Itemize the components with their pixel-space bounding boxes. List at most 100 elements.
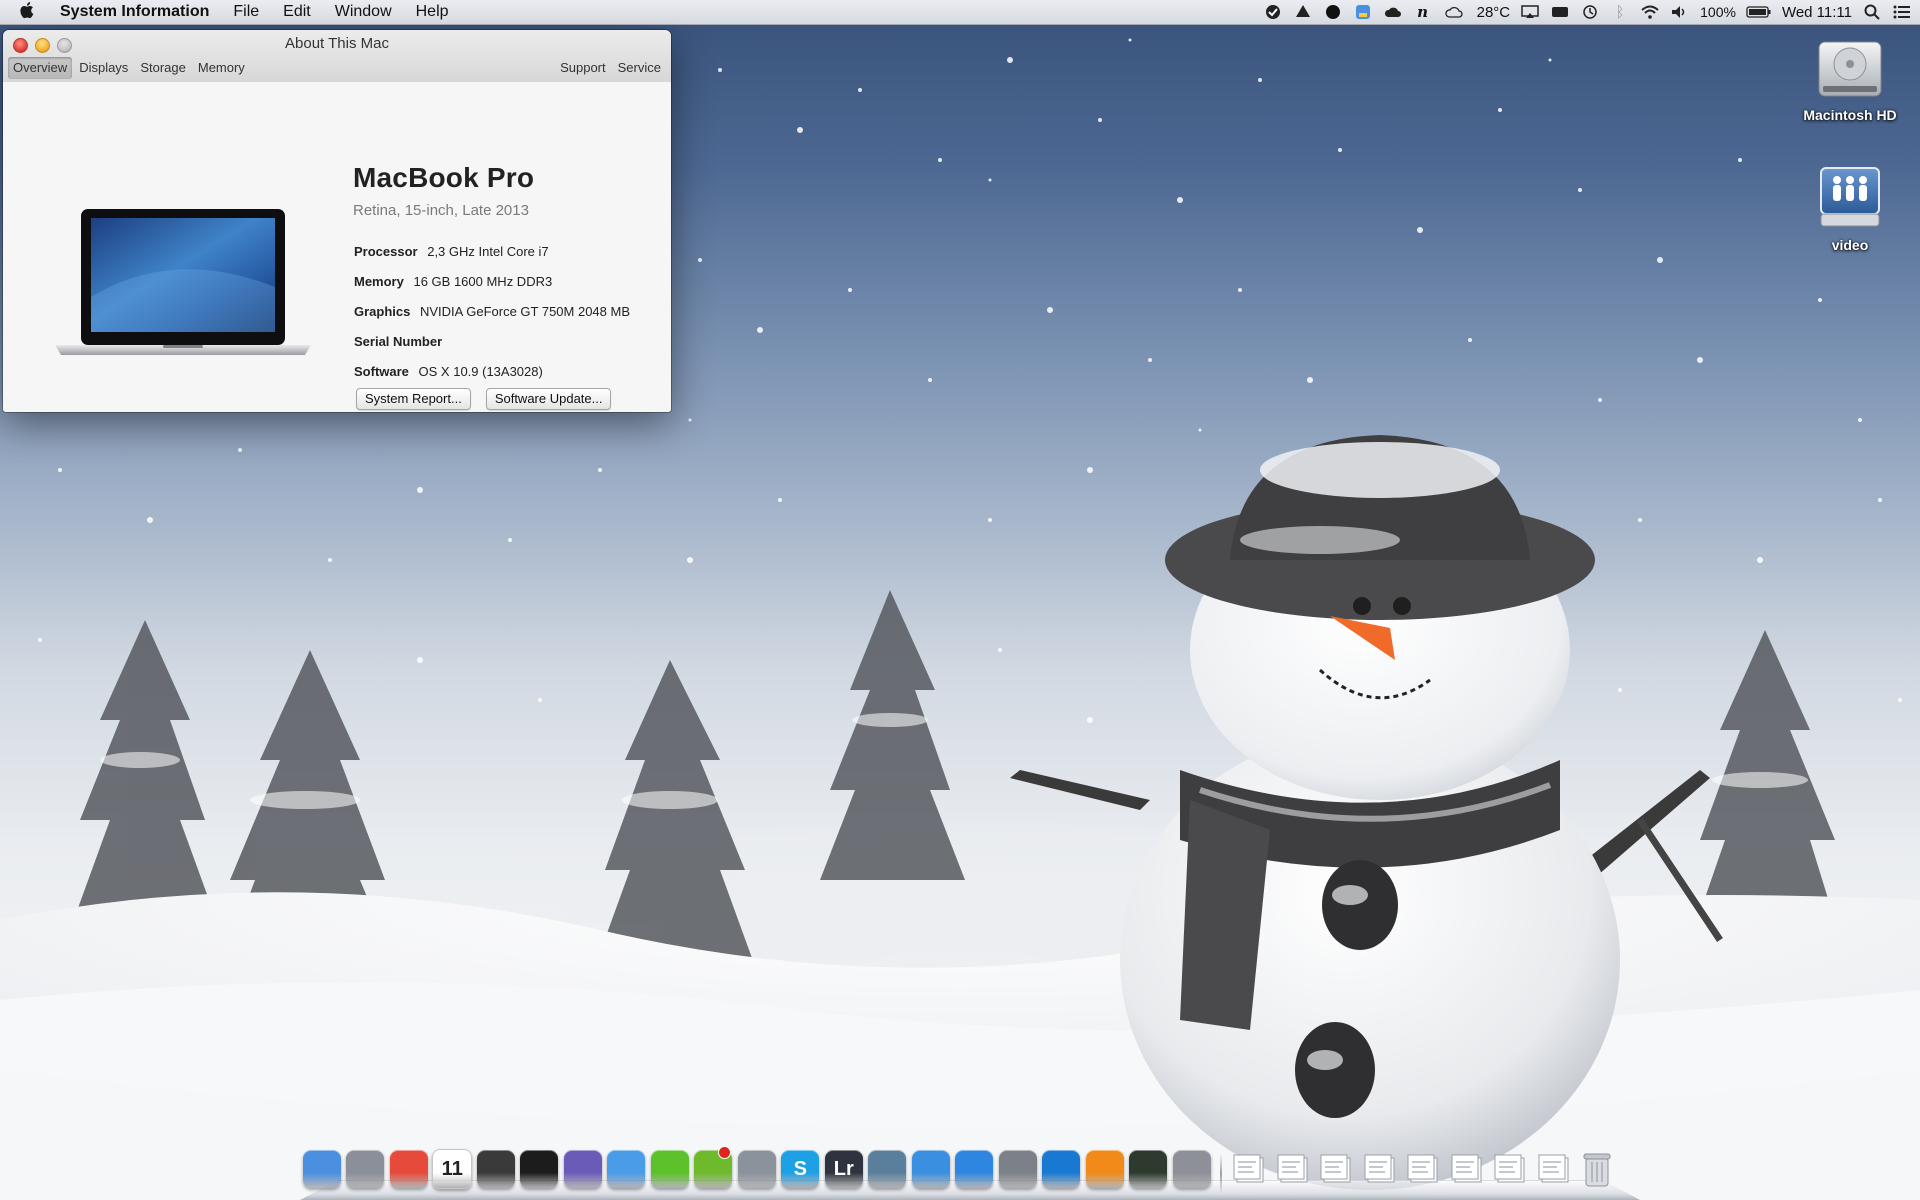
apple-menu-icon[interactable] [0,1,52,24]
dock-item[interactable] [1532,1144,1576,1194]
dock: 11 S Lr [300,1138,1640,1200]
itunes-icon [911,1150,950,1188]
menu-clock[interactable]: Wed 11:11 [1782,4,1852,21]
dock-item[interactable] [909,1144,953,1194]
window-tabs: Overview Displays Storage Memory [8,57,250,79]
dock-item[interactable] [387,1144,431,1194]
dock-item-text: Lr [833,1157,854,1180]
dock-item[interactable] [866,1144,910,1194]
cloud-icon[interactable] [1383,0,1403,24]
time-machine-icon[interactable] [1580,0,1600,24]
tab-overview[interactable]: Overview [8,57,73,79]
dock-item[interactable]: S [779,1144,823,1194]
tab-memory[interactable]: Memory [193,57,250,79]
dock-item[interactable] [1040,1144,1084,1194]
dock-item[interactable] [518,1144,562,1194]
macbook-pro-image [53,207,313,362]
file-menu[interactable]: File [221,0,271,24]
app-store-icon [955,1150,994,1188]
volume-icon[interactable] [1670,0,1690,24]
network-share-icon [1790,164,1910,237]
edit-menu[interactable]: Edit [271,0,323,24]
document-stack-icon [1491,1150,1529,1188]
weather-icon[interactable] [1443,0,1467,24]
dock-item[interactable] [1083,1144,1127,1194]
desktop-icon-label: video [1831,237,1869,253]
spec-row-serial-number: Serial Number [354,332,630,362]
dock-item[interactable] [1402,1144,1446,1194]
desktop-icon-macintosh-hd[interactable]: Macintosh HD [1790,34,1910,123]
finder-status-icon[interactable] [1353,0,1373,24]
memory-monitor-icon[interactable] [1550,0,1570,24]
document-stack-icon [1404,1150,1442,1188]
dock-item-text: 11 [441,1157,463,1180]
dock-item[interactable] [692,1144,736,1194]
notefile-icon[interactable]: n [1413,0,1433,24]
calendar-icon: 11 [432,1149,473,1189]
dock-item[interactable] [1315,1144,1359,1194]
desktop-icon-video[interactable]: video [1790,164,1910,253]
dock-item[interactable] [1271,1144,1315,1194]
spec-label: Processor [354,244,418,259]
dock-item[interactable]: 11 [431,1144,475,1194]
battery-icon[interactable] [1746,0,1772,24]
battery-percent[interactable]: 100% [1700,4,1736,20]
help-menu[interactable]: Help [404,0,461,24]
dock-item[interactable] [344,1144,388,1194]
bluetooth-icon[interactable]: ᛒ [1610,0,1630,24]
shield-icon[interactable] [1263,0,1283,24]
dock-item[interactable] [1445,1144,1489,1194]
dock-item[interactable] [1127,1144,1171,1194]
notification-center-icon[interactable] [1892,0,1912,24]
dock-item[interactable] [953,1144,997,1194]
skype-icon: S [781,1150,820,1188]
document-stack-icon [1274,1150,1312,1188]
system-report-button[interactable]: System Report... [356,388,471,410]
window-menu[interactable]: Window [323,0,404,24]
dock-item[interactable] [1358,1144,1402,1194]
tab-storage[interactable]: Storage [135,57,191,79]
dock-item[interactable] [735,1144,779,1194]
notification-badge [718,1146,731,1159]
dock-item[interactable] [1170,1144,1214,1194]
google-drive-icon[interactable] [1293,0,1313,24]
spec-list: Processor 2,3 GHz Intel Core i7 Memory 1… [354,242,630,392]
dock-item[interactable] [1576,1144,1620,1194]
temperature-label[interactable]: 28°C [1477,4,1511,21]
record-icon[interactable] [1323,0,1343,24]
about-this-mac-window: About This Mac Overview Displays Storage… [3,30,671,412]
lime-icon [650,1150,689,1188]
tab-displays[interactable]: Displays [74,57,133,79]
spec-value: 16 GB 1600 MHz DDR3 [413,274,553,289]
spec-label: Memory [354,274,404,289]
dock-item[interactable] [300,1144,344,1194]
dock-item[interactable] [605,1144,649,1194]
desktop-icon-label: Macintosh HD [1803,107,1897,123]
dock-item[interactable]: Lr [822,1144,866,1194]
software-update-button[interactable]: Software Update... [485,388,612,410]
window-tabs-right: Support Service [558,57,663,79]
dock-item[interactable] [1228,1144,1272,1194]
eclipse-icon [563,1150,602,1188]
wifi-icon[interactable] [1640,0,1660,24]
document-stack-icon [1230,1150,1268,1188]
spec-label: Software [354,364,409,379]
dock-item[interactable] [561,1144,605,1194]
spec-value: NVIDIA GeForce GT 750M 2048 MB [419,304,630,319]
dock-item[interactable] [1489,1144,1533,1194]
spec-value: 2,3 GHz Intel Core i7 [427,244,549,259]
window-titlebar[interactable]: About This Mac Overview Displays Storage… [3,30,671,83]
tab-service[interactable]: Service [616,57,663,79]
airplay-icon[interactable] [1520,0,1540,24]
dock-item[interactable] [474,1144,518,1194]
tab-support[interactable]: Support [558,57,608,79]
app-menu[interactable]: System Information [52,0,221,24]
activity-monitor-icon [1129,1150,1168,1188]
spec-label: Graphics [354,304,411,319]
vlc-icon [1085,1150,1124,1188]
dock-item[interactable] [996,1144,1040,1194]
dock-item[interactable] [648,1144,692,1194]
spotlight-search-icon[interactable] [1862,0,1882,24]
terminal-icon [520,1150,559,1188]
window-title: About This Mac [285,35,389,52]
